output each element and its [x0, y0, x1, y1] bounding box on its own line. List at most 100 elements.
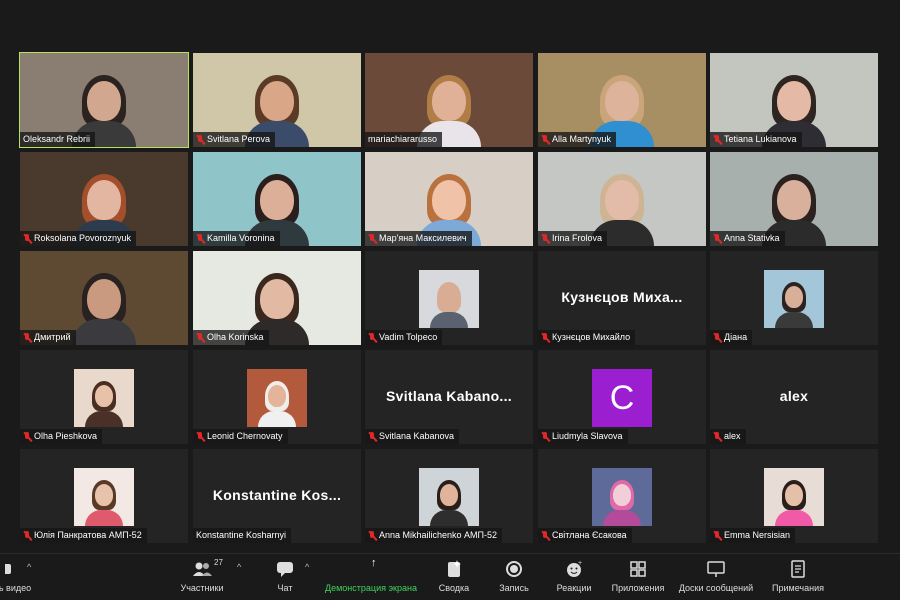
- muted-mic-icon: [541, 332, 549, 343]
- muted-mic-icon: [541, 233, 549, 244]
- participant-name: Konstantine Kosharnyi: [196, 530, 287, 540]
- participant-display-name: Кузнєцов Миха...: [561, 289, 683, 305]
- participant-tile[interactable]: Svitlana Perova: [193, 53, 361, 147]
- participant-tile[interactable]: Юлія Панкратова АМП-52: [20, 449, 188, 543]
- notes-icon: [788, 559, 808, 579]
- video-label: ь видео: [0, 583, 32, 593]
- participant-tile[interactable]: Roksolana Povoroznyuk: [20, 152, 188, 246]
- muted-mic-icon: [23, 530, 31, 541]
- muted-mic-icon: [23, 431, 31, 442]
- participant-name-label: Tetiana Lukianova: [710, 132, 802, 147]
- participants-options-caret-icon[interactable]: ^: [237, 562, 241, 572]
- participant-tile[interactable]: Leonid Chernovaty: [193, 350, 361, 444]
- muted-mic-icon: [541, 530, 549, 541]
- share-screen-button[interactable]: Демонстрация экрана: [322, 559, 420, 597]
- participant-tile[interactable]: Anna Mikhailichenko АМП-52: [365, 449, 533, 543]
- participant-tile[interactable]: Svitlana Kabano... Svitlana Kabanova: [365, 350, 533, 444]
- participant-tile[interactable]: Emma Nersisian: [710, 449, 878, 543]
- participant-name-label: Мар'яна Максилевич: [365, 231, 472, 246]
- apps-button[interactable]: Приложения: [610, 559, 666, 597]
- participant-tile[interactable]: Діана: [710, 251, 878, 345]
- participant-name-label: mariachiararusso: [365, 132, 443, 147]
- chat-options-caret-icon[interactable]: ^: [305, 562, 309, 572]
- reactions-button[interactable]: + Реакции: [554, 559, 594, 597]
- gallery-grid: Oleksandr Rebrii Svitlana Perova mariachia…: [19, 52, 878, 543]
- record-icon: [504, 559, 524, 579]
- summary-button[interactable]: Сводка: [434, 559, 474, 597]
- meeting-toolbar: ь видео ^ Участники 27 ^ Чат ^ Демонстра…: [0, 553, 900, 600]
- participant-name: Кузнєцов Михайло: [552, 332, 631, 342]
- participant-tile[interactable]: Кузнєцов Миха... Кузнєцов Михайло: [538, 251, 706, 345]
- participant-name-label: Olha Pieshkova: [20, 429, 103, 444]
- profile-photo: [74, 468, 134, 526]
- profile-photo: [764, 468, 824, 526]
- participant-name: Юлія Панкратова АМП-52: [34, 530, 142, 540]
- participant-name: Liudmyla Slavova: [552, 431, 623, 441]
- muted-mic-icon: [196, 431, 204, 442]
- muted-mic-icon: [713, 431, 721, 442]
- participant-name-label: Konstantine Kosharnyi: [193, 528, 292, 543]
- participant-name: Irina Frolova: [552, 233, 603, 243]
- participant-tile[interactable]: Vadim Tolpeco: [365, 251, 533, 345]
- participant-tile[interactable]: Tetiana Lukianova: [710, 53, 878, 147]
- whiteboard-icon: [706, 559, 726, 579]
- apps-label: Приложения: [611, 583, 665, 593]
- participant-tile[interactable]: Дмитрий: [20, 251, 188, 345]
- participant-tile[interactable]: Світлана Єсакова: [538, 449, 706, 543]
- svg-text:+: +: [578, 560, 582, 567]
- muted-mic-icon: [368, 233, 376, 244]
- muted-mic-icon: [196, 134, 204, 145]
- participant-tile[interactable]: mariachiararusso: [365, 53, 533, 147]
- participant-name: Olha Pieshkova: [34, 431, 98, 441]
- participant-name: Мар'яна Максилевич: [379, 233, 467, 243]
- muted-mic-icon: [368, 530, 376, 541]
- record-label: Запись: [499, 583, 529, 593]
- participant-name: Roksolana Povoroznyuk: [34, 233, 132, 243]
- profile-photo: [419, 270, 479, 328]
- reactions-label: Реакции: [556, 583, 592, 593]
- participant-display-name: alex: [779, 388, 809, 404]
- participant-tile[interactable]: Olha Pieshkova: [20, 350, 188, 444]
- participant-name-label: Svitlana Perova: [193, 132, 276, 147]
- participant-name: Alla Martynyuk: [552, 134, 612, 144]
- muted-mic-icon: [713, 332, 721, 343]
- share-screen-label: Демонстрация экрана: [325, 583, 417, 593]
- participant-tile[interactable]: Olha Korinska: [193, 251, 361, 345]
- muted-mic-icon: [541, 134, 549, 145]
- record-button[interactable]: Запись: [495, 559, 533, 597]
- muted-mic-icon: [23, 233, 31, 244]
- participant-name: Діана: [724, 332, 748, 342]
- participant-tile[interactable]: Oleksandr Rebrii: [19, 52, 189, 148]
- profile-photo: [592, 468, 652, 526]
- participant-tile[interactable]: alex alex: [710, 350, 878, 444]
- participant-name-label: Anna Mikhailichenko АМП-52: [365, 528, 503, 543]
- share-screen-icon: [361, 559, 381, 579]
- participant-name: Oleksandr Rebrii: [23, 134, 91, 144]
- participant-tile[interactable]: Irina Frolova: [538, 152, 706, 246]
- participant-name-label: Anna Stativka: [710, 231, 785, 246]
- participant-name: Anna Stativka: [724, 233, 780, 243]
- participant-name-label: Liudmyla Slavova: [538, 429, 628, 444]
- whiteboards-button[interactable]: Доски сообщений: [676, 559, 756, 597]
- participant-tile[interactable]: Мар'яна Максилевич: [365, 152, 533, 246]
- participant-name-label: Світлана Єсакова: [538, 528, 632, 543]
- summary-sparkle-icon: [444, 559, 464, 579]
- video-options-caret-icon[interactable]: ^: [27, 562, 31, 572]
- participant-name-label: Kamilla Voronina: [193, 231, 280, 246]
- participant-tile[interactable]: Kamilla Voronina: [193, 152, 361, 246]
- participant-name: Svitlana Kabanova: [379, 431, 455, 441]
- participants-count: 27: [214, 558, 223, 567]
- participant-name-label: Oleksandr Rebrii: [20, 132, 96, 147]
- participant-name-label: Діана: [710, 330, 753, 345]
- muted-mic-icon: [541, 431, 549, 442]
- participant-tile[interactable]: C Liudmyla Slavova: [538, 350, 706, 444]
- letter-avatar: C: [592, 369, 652, 427]
- participant-name: Olha Korinska: [207, 332, 264, 342]
- chat-button[interactable]: Чат: [270, 559, 300, 597]
- participant-name: Дмитрий: [34, 332, 71, 342]
- participant-tile[interactable]: Anna Stativka: [710, 152, 878, 246]
- profile-photo: [419, 468, 479, 526]
- participant-tile[interactable]: Konstantine Kos... Konstantine Kosharnyi: [193, 449, 361, 543]
- participant-tile[interactable]: Alla Martynyuk: [538, 53, 706, 147]
- notes-button[interactable]: Примечания: [768, 559, 828, 597]
